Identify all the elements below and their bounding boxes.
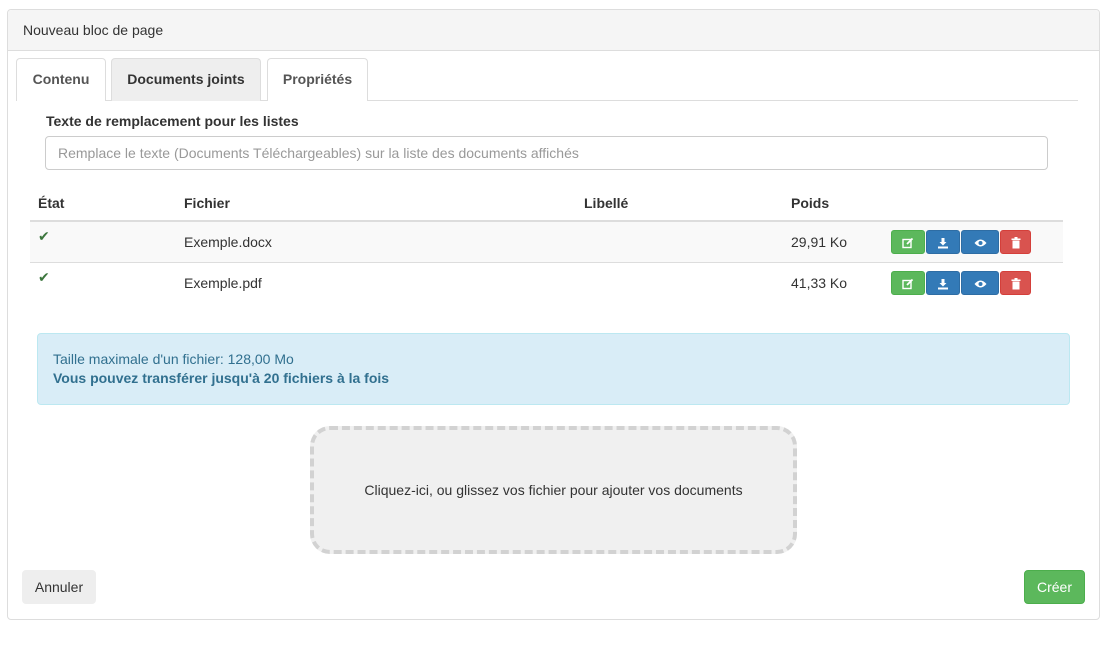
header-file: Fichier	[176, 186, 576, 222]
delete-button[interactable]	[1000, 270, 1031, 295]
size-cell: 41,33 Ko	[783, 261, 883, 303]
table-row: ✔ Exemple.docx 29,91 Ko	[30, 221, 1063, 262]
upload-info-alert: Taille maximale d'un fichier: 128,00 Mo …	[37, 333, 1070, 405]
file-dropzone[interactable]: Cliquez-ici, ou glissez vos fichier pour…	[310, 426, 797, 554]
edit-button[interactable]	[891, 229, 925, 254]
label-cell	[576, 261, 783, 303]
size-cell: 29,91 Ko	[783, 221, 883, 262]
max-file-size-text: Taille maximale d'un fichier: 128,00 Mo	[53, 351, 294, 367]
download-button[interactable]	[926, 229, 960, 254]
tab-bar: Contenu Documents joints Propriétés	[16, 58, 1078, 101]
file-cell: Exemple.pdf	[176, 261, 576, 303]
edit-button[interactable]	[891, 270, 925, 295]
header-label: Libellé	[576, 186, 783, 222]
check-icon: ✔	[38, 269, 50, 286]
table-row: ✔ Exemple.pdf 41,33 Ko	[30, 261, 1063, 303]
state-cell: ✔	[30, 221, 176, 262]
replacement-text-label: Texte de remplacement pour les listes	[46, 113, 299, 129]
trash-icon	[1011, 237, 1020, 249]
download-button[interactable]	[926, 270, 960, 295]
edit-icon	[902, 237, 914, 249]
documents-table: État Fichier Libellé Poids ✔ Exemple.doc…	[30, 186, 1063, 303]
header-size: Poids	[783, 186, 883, 222]
download-icon	[938, 279, 948, 290]
table-header-row: État Fichier Libellé Poids	[30, 186, 1063, 222]
header-actions	[883, 186, 1063, 222]
trash-icon	[1011, 278, 1020, 290]
edit-icon	[902, 278, 914, 290]
download-icon	[938, 238, 948, 249]
view-button[interactable]	[961, 270, 999, 295]
label-cell	[576, 221, 783, 262]
state-cell: ✔	[30, 261, 176, 303]
panel-title: Nouveau bloc de page	[8, 10, 1099, 51]
delete-button[interactable]	[1000, 229, 1031, 254]
max-files-text: Vous pouvez transférer jusqu'à 20 fichie…	[53, 370, 390, 386]
cancel-button[interactable]: Annuler	[22, 570, 96, 604]
header-state: État	[30, 186, 176, 222]
check-icon: ✔	[38, 228, 50, 245]
file-cell: Exemple.docx	[176, 221, 576, 262]
create-button[interactable]: Créer	[1024, 570, 1085, 604]
tab-proprietes[interactable]: Propriétés	[267, 58, 368, 101]
eye-icon	[974, 239, 986, 247]
actions-cell	[883, 261, 1063, 303]
dropzone-text: Cliquez-ici, ou glissez vos fichier pour…	[364, 482, 743, 498]
view-button[interactable]	[961, 229, 999, 254]
actions-cell	[883, 221, 1063, 262]
eye-icon	[974, 280, 986, 288]
replacement-text-input[interactable]	[45, 136, 1048, 170]
tab-documents-joints[interactable]: Documents joints	[111, 58, 261, 101]
tab-contenu[interactable]: Contenu	[16, 58, 106, 101]
